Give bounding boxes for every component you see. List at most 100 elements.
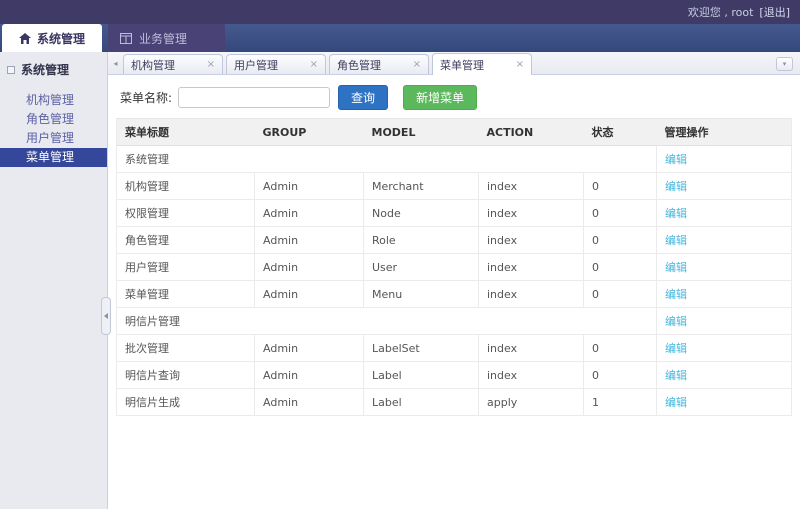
content-tab-3[interactable]: 菜单管理 × (432, 53, 532, 75)
edit-link[interactable]: 编辑 (665, 315, 687, 328)
sidebar-collapse-handle[interactable] (101, 297, 111, 335)
content-tab-label: 菜单管理 (440, 57, 484, 73)
table-cell: Menu (364, 281, 479, 308)
sidebar-item-0[interactable]: 机构管理 (0, 91, 107, 110)
sidebar-item-3[interactable]: 菜单管理 (0, 148, 107, 167)
table-cell: Admin (255, 254, 364, 281)
nav-tab-business[interactable]: 业务管理 (108, 24, 225, 52)
table-cell: index (479, 254, 584, 281)
edit-cell: 编辑 (657, 146, 792, 173)
close-icon[interactable]: × (516, 59, 524, 70)
content-tab-1[interactable]: 用户管理 × (226, 54, 326, 74)
menu-table-body: 系统管理编辑机构管理AdminMerchantindex0编辑权限管理Admin… (117, 146, 792, 416)
table-cell: index (479, 335, 584, 362)
edit-link[interactable]: 编辑 (665, 342, 687, 355)
table-row: 机构管理AdminMerchantindex0编辑 (117, 173, 792, 200)
table-cell: 权限管理 (117, 200, 255, 227)
content-tab-2[interactable]: 角色管理 × (329, 54, 429, 74)
query-button[interactable]: 查询 (338, 85, 388, 110)
close-icon[interactable]: × (207, 59, 215, 70)
table-group-row: 明信片管理编辑 (117, 308, 792, 335)
table-row: 权限管理AdminNodeindex0 编辑 (117, 200, 792, 227)
table-cell: Admin (255, 173, 364, 200)
content-tabbar-tabs: 机构管理 × 用户管理 × 角色管理 × 菜单管理 × (123, 53, 535, 74)
tab-scroll-left-icon[interactable]: ◂ (110, 57, 121, 70)
table-cell: 0 (584, 335, 657, 362)
sidebar-item-1[interactable]: 角色管理 (0, 110, 107, 129)
edit-link[interactable]: 编辑 (665, 207, 687, 220)
content-tabbar: ◂ 机构管理 × 用户管理 × 角色管理 × 菜单管理 × ▾ (108, 52, 800, 75)
close-icon[interactable]: × (310, 59, 318, 70)
table-group-row: 系统管理编辑 (117, 146, 792, 173)
table-cell: 0 (584, 227, 657, 254)
close-icon[interactable]: × (413, 59, 421, 70)
search-row: 菜单名称: 查询 新增菜单 (108, 75, 800, 118)
table-cell: index (479, 227, 584, 254)
table-cell: Admin (255, 362, 364, 389)
welcome-text: 欢迎您 , root (688, 4, 754, 20)
content-tab-0[interactable]: 机构管理 × (123, 54, 223, 74)
menu-name-input[interactable] (178, 87, 330, 108)
table-cell: User (364, 254, 479, 281)
edit-cell: 编辑 (657, 254, 792, 281)
table-cell: 批次管理 (117, 335, 255, 362)
table-cell: index (479, 362, 584, 389)
table-cell: 菜单管理 (117, 281, 255, 308)
edit-cell: 编辑 (657, 173, 792, 200)
edit-link[interactable]: 编辑 (665, 153, 687, 166)
content-tab-label: 机构管理 (131, 57, 175, 73)
table-cell: Role (364, 227, 479, 254)
table-cell: Admin (255, 227, 364, 254)
table-row: 角色管理AdminRoleindex0编辑 (117, 227, 792, 254)
edit-link[interactable]: 编辑 (665, 288, 687, 301)
logout-link[interactable]: [退出] (759, 4, 790, 20)
collapse-arrow-icon (104, 313, 108, 319)
table-cell: Admin (255, 200, 364, 227)
group-title-cell: 明信片管理 (117, 308, 657, 335)
table-row: 用户管理AdminUserindex0编辑 (117, 254, 792, 281)
edit-cell: 编辑 (657, 362, 792, 389)
topbar: 欢迎您 , root [退出] (0, 0, 800, 24)
sidebar-item-2[interactable]: 用户管理 (0, 129, 107, 148)
table-row: 批次管理AdminLabelSetindex0编辑 (117, 335, 792, 362)
sidebar: 系统管理 机构管理角色管理用户管理菜单管理 (0, 52, 108, 509)
table-cell: 用户管理 (117, 254, 255, 281)
table-cell: 明信片查询 (117, 362, 255, 389)
tab-overflow-button[interactable]: ▾ (776, 57, 793, 71)
edit-link[interactable]: 编辑 (665, 396, 687, 409)
table-cell: Merchant (364, 173, 479, 200)
home-icon (19, 33, 31, 44)
menu-table-wrap: 菜单标题 GROUP MODEL ACTION 状态 管理操作 系统管理编辑机构… (108, 118, 800, 416)
edit-link[interactable]: 编辑 (665, 261, 687, 274)
table-cell: index (479, 200, 584, 227)
col-header-title: 菜单标题 (117, 119, 255, 146)
edit-link[interactable]: 编辑 (665, 180, 687, 193)
collapse-box-icon (7, 66, 15, 74)
content-tab-label: 用户管理 (234, 57, 278, 73)
col-header-model: MODEL (364, 119, 479, 146)
nav-tab-label: 业务管理 (139, 30, 187, 47)
table-cell: Node (364, 200, 479, 227)
add-menu-button[interactable]: 新增菜单 (403, 85, 477, 110)
menu-name-label: 菜单名称: (120, 89, 172, 106)
nav-tab-label: 系统管理 (37, 30, 85, 47)
content-tab-label: 角色管理 (337, 57, 381, 73)
edit-cell: 编辑 (657, 200, 792, 227)
table-cell: 0 (584, 200, 657, 227)
sidebar-group-system[interactable]: 系统管理 (0, 58, 107, 81)
table-cell: LabelSet (364, 335, 479, 362)
sidebar-items: 机构管理角色管理用户管理菜单管理 (0, 91, 107, 167)
table-cell: 0 (584, 281, 657, 308)
edit-link[interactable]: 编辑 (665, 234, 687, 247)
table-cell: index (479, 281, 584, 308)
col-header-action: ACTION (479, 119, 584, 146)
nav-tab-system[interactable]: 系统管理 (2, 24, 102, 52)
table-cell: 0 (584, 173, 657, 200)
table-row: 菜单管理AdminMenuindex0 编辑 (117, 281, 792, 308)
edit-link[interactable]: 编辑 (665, 369, 687, 382)
edit-cell: 编辑 (657, 308, 792, 335)
edit-cell: 编辑 (657, 335, 792, 362)
table-cell: Admin (255, 281, 364, 308)
table-cell: 明信片生成 (117, 389, 255, 416)
sidebar-group-label: 系统管理 (21, 61, 69, 78)
